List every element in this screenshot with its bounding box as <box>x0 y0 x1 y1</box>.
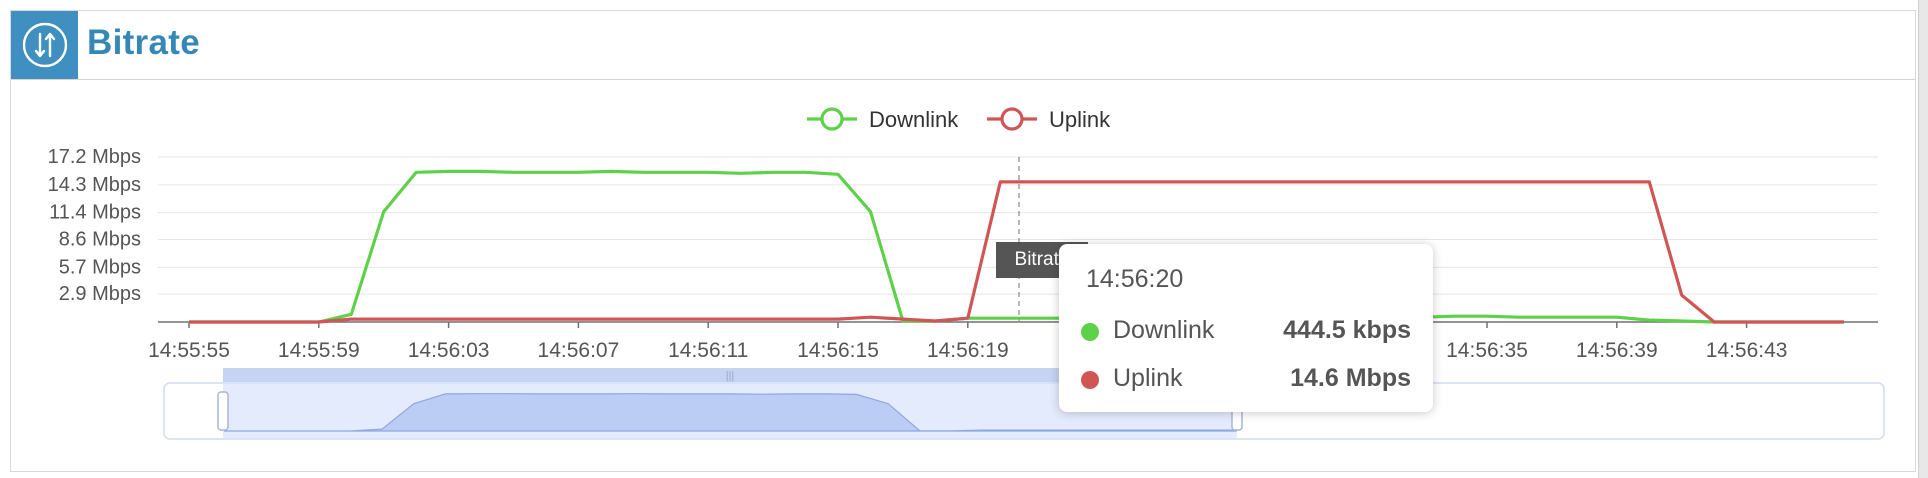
y-tick-label: 17.2 Mbps <box>48 146 141 168</box>
chart-tooltip: 14:56:20 Downlink 444.5 kbps Uplink 14.6… <box>1059 244 1433 412</box>
x-tick-label: 14:56:03 <box>408 339 490 362</box>
x-tick-label: 14:56:39 <box>1576 339 1658 362</box>
tooltip-row-uplink: Uplink 14.6 Mbps <box>1081 364 1411 394</box>
tooltip-series-name: Downlink <box>1113 316 1215 344</box>
y-tick-label: 11.4 Mbps <box>49 202 141 224</box>
x-tick-label: 14:55:55 <box>148 339 230 362</box>
tooltip-row-downlink: Downlink 444.5 kbps <box>1081 316 1411 346</box>
x-tick-label: 14:55:59 <box>278 339 360 362</box>
x-tick-label: 14:56:11 <box>668 339 748 362</box>
uplink-dot-icon <box>1081 371 1099 389</box>
tooltip-series-value: 444.5 kbps <box>1283 316 1411 344</box>
zoom-handle <box>217 391 229 431</box>
tooltip-series-value: 14.6 Mbps <box>1290 364 1411 392</box>
x-tick-label: 14:56:35 <box>1446 339 1528 362</box>
x-tick-label: 14:56:43 <box>1706 339 1788 362</box>
tooltip-time: 14:56:20 <box>1086 265 1184 293</box>
x-tick-label: 14:56:19 <box>927 339 1009 362</box>
tooltip-series-name: Uplink <box>1113 364 1183 392</box>
legend-marker-icon <box>820 107 844 131</box>
y-tick-label: 14.3 Mbps <box>48 174 141 196</box>
y-tick-label: 5.7 Mbps <box>59 256 141 278</box>
x-tick-label: 14:56:07 <box>538 339 620 362</box>
legend-marker-icon <box>1000 107 1024 131</box>
bitrate-chart: 2.9 Mbps 5.7 Mbps 8.6 Mbps 11.4 Mbps 14.3 Mb… <box>48 107 1885 440</box>
downlink-dot-icon <box>1081 323 1099 341</box>
legend-label: Downlink <box>869 107 959 132</box>
legend-label: Uplink <box>1049 107 1111 132</box>
y-tick-label: 2.9 Mbps <box>59 283 141 305</box>
y-tick-label: 8.6 Mbps <box>59 229 141 251</box>
zoom-grip-icon: ||| <box>726 370 735 382</box>
x-tick-label: 14:56:15 <box>797 339 879 362</box>
